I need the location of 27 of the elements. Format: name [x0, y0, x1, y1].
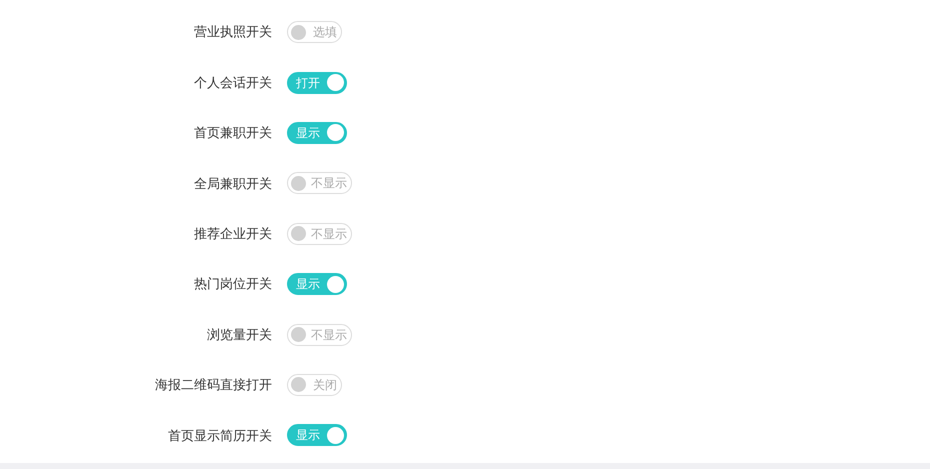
setting-label: 营业执照开关	[193, 23, 272, 42]
setting-label: 全局兼职开关	[193, 174, 272, 193]
setting-label: 热门岗位开关	[193, 275, 272, 294]
toggle-switch[interactable]: 不显示	[287, 172, 352, 194]
setting-label: 个人会话开关	[193, 74, 272, 92]
switch-knob	[291, 24, 306, 40]
setting-label: 浏览量开关	[206, 326, 272, 344]
switch-knob	[291, 226, 306, 242]
switch-knob	[327, 74, 344, 92]
toggle-switch[interactable]: 显示	[287, 273, 347, 296]
switch-knob	[327, 426, 344, 444]
toggle-switch[interactable]: 打开	[287, 72, 347, 94]
setting-label: 首页兼职开关	[193, 124, 272, 142]
setting-label: 推荐企业开关	[193, 225, 272, 243]
switch-knob	[291, 377, 306, 392]
setting-label: 海报二维码直接打开	[154, 376, 272, 394]
toggle-switch[interactable]: 不显示	[287, 222, 352, 245]
switch-knob	[327, 124, 344, 142]
toggle-switch[interactable]: 选填	[287, 21, 342, 44]
switch-knob	[327, 276, 344, 293]
switch-knob	[291, 327, 306, 342]
switch-knob	[291, 176, 306, 191]
toggle-switch[interactable]: 显示	[287, 122, 347, 144]
setting-label: 首页显示简历开关	[167, 426, 272, 445]
toggle-switch[interactable]: 关闭	[287, 374, 342, 396]
toggle-switch[interactable]: 显示	[287, 424, 347, 446]
toggle-switch[interactable]: 不显示	[287, 324, 352, 346]
